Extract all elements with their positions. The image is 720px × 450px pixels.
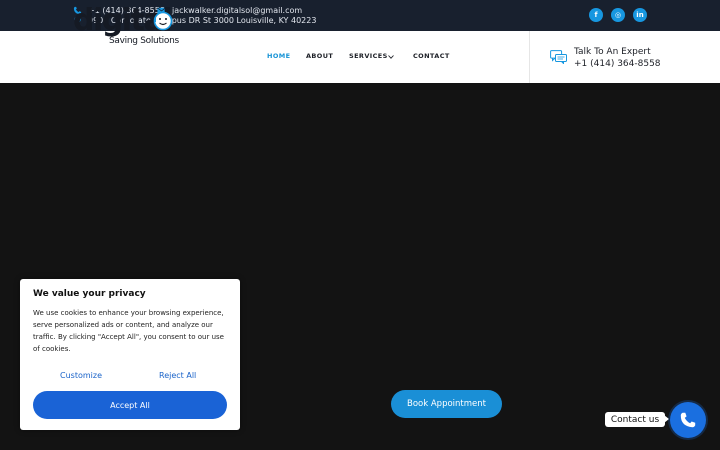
headset-face-icon (153, 11, 173, 31)
phone-call-button[interactable] (670, 402, 706, 438)
expert-phone[interactable]: +1 (414) 364-8558 (574, 59, 661, 69)
cookie-body: We use cookies to enhance your browsing … (33, 309, 224, 353)
contact-label-arrow (664, 415, 669, 423)
nav-contact[interactable]: CONTACT (413, 52, 450, 60)
customize-button[interactable]: Customize (60, 371, 102, 380)
site-logo[interactable]: digital Saving Solutions (73, 6, 183, 48)
expert-title: Talk To An Expert (574, 47, 651, 57)
nav-services[interactable]: SERVICES (349, 52, 388, 60)
nav-about[interactable]: ABOUT (306, 52, 333, 60)
top-email-text: jackwalker.digitalsol@gmail.com (172, 6, 303, 15)
reject-all-button[interactable]: Reject All (159, 371, 196, 380)
header-divider (529, 31, 530, 83)
book-appointment-button[interactable]: Book Appointment (391, 390, 502, 418)
instagram-icon[interactable]: ◎ (611, 8, 625, 22)
cookie-consent-dialog: We value your privacy We use cookies to … (20, 279, 240, 430)
facebook-icon[interactable]: f (589, 8, 603, 22)
logo-subtitle: Saving Solutions (109, 36, 179, 46)
chat-bubbles-icon (550, 50, 567, 64)
accept-all-button[interactable]: Accept All (33, 391, 227, 419)
contact-us-label[interactable]: Contact us (605, 412, 665, 427)
chevron-down-icon[interactable] (388, 55, 394, 59)
linkedin-icon[interactable]: in (633, 8, 647, 22)
nav-home[interactable]: HOME (267, 52, 290, 60)
cookie-title: We value your privacy (33, 289, 146, 299)
phone-icon (680, 412, 696, 428)
